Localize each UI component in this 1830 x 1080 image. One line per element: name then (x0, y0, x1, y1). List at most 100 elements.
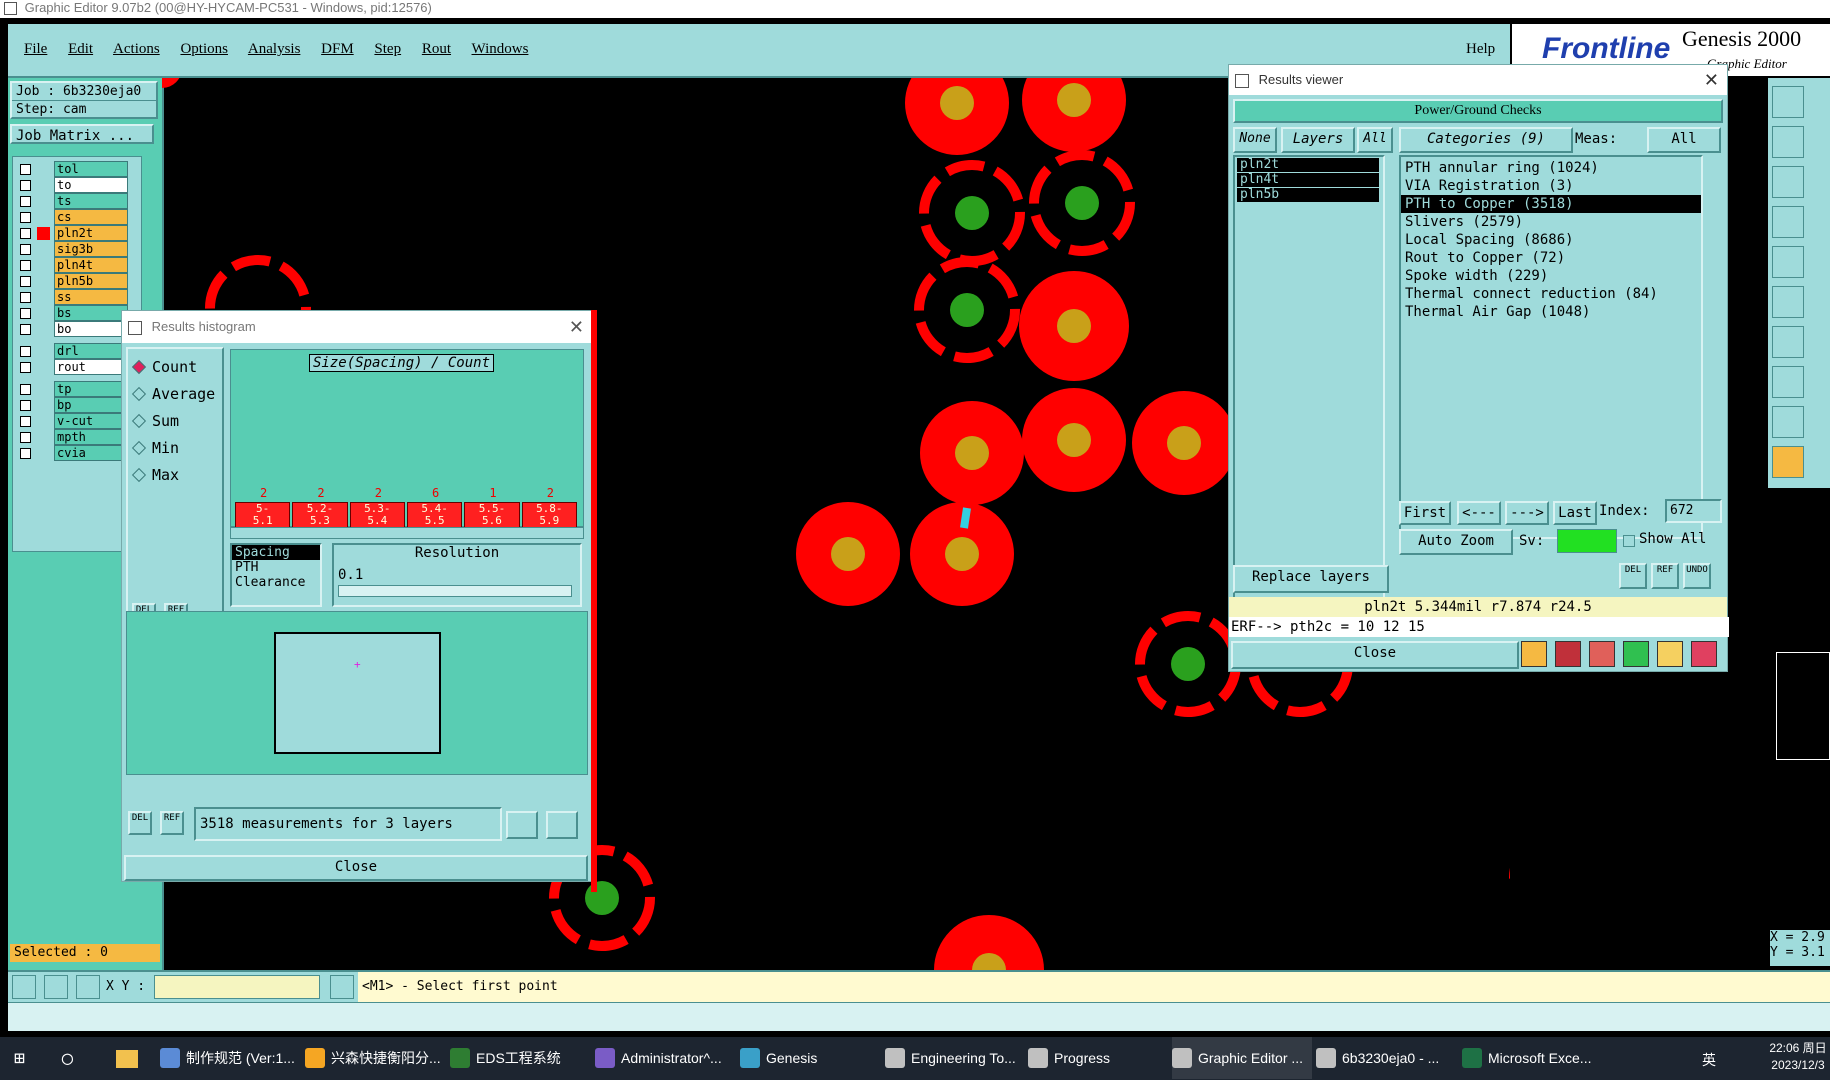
layer-checkbox[interactable] (20, 415, 31, 427)
start-icon[interactable]: ⊞ (14, 1050, 32, 1068)
layer-checkbox[interactable] (20, 211, 31, 223)
layer-name[interactable]: tp (54, 381, 128, 397)
layer-checkbox[interactable] (20, 431, 31, 443)
category-item[interactable]: Thermal Air Gap (1048) (1401, 303, 1701, 321)
close-icon[interactable]: ✕ (569, 311, 584, 343)
layer-checkbox[interactable] (20, 275, 31, 287)
bin-bar[interactable]: 5.3- 5.4 (349, 502, 405, 528)
results-ref-button[interactable]: REF (1651, 563, 1679, 589)
file-explorer-icon[interactable] (116, 1050, 138, 1068)
mode-radio-sum[interactable]: Sum (128, 407, 222, 434)
layer-checkbox[interactable] (20, 323, 31, 335)
layer-checkbox[interactable] (20, 383, 31, 395)
toolbar-fit-icon[interactable] (1772, 166, 1804, 198)
layer-name[interactable]: pln4t (54, 257, 128, 273)
resolution-slider[interactable] (338, 585, 572, 597)
layer-checkbox[interactable] (20, 399, 31, 411)
prev-button[interactable]: <--- (1457, 501, 1501, 525)
layer-name[interactable]: cvia (54, 445, 128, 461)
type-pth[interactable]: PTH (232, 560, 320, 575)
toolbar-tool9-icon[interactable] (1772, 406, 1804, 438)
layer-checkbox[interactable] (20, 361, 31, 373)
histogram-close-button[interactable]: Close (124, 855, 588, 881)
layer-checkbox[interactable] (20, 243, 31, 255)
layer-name[interactable]: drl (54, 343, 128, 359)
toolbar-tool8-icon[interactable] (1772, 366, 1804, 398)
category-item[interactable]: VIA Registration (3) (1401, 177, 1701, 195)
histogram-ref-button-2[interactable]: REF (160, 811, 184, 835)
layer-row-sig3b[interactable]: sig3b (13, 241, 141, 257)
close-icon[interactable]: ✕ (1704, 65, 1719, 95)
taskbar-item[interactable]: Microsoft Exce... (1462, 1037, 1602, 1079)
menu-file[interactable]: File (24, 41, 47, 57)
layer-row-cs[interactable]: cs (13, 209, 141, 225)
layers-toggle-button[interactable]: Layers (1281, 127, 1355, 153)
toolbar-tool7-icon[interactable] (1772, 326, 1804, 358)
layer-checkbox[interactable] (20, 259, 31, 271)
layer-row-to[interactable]: to (13, 177, 141, 193)
result-layer-item[interactable]: pln5b (1237, 188, 1379, 202)
index-input[interactable]: 672 (1665, 499, 1722, 523)
result-layer-item[interactable]: pln4t (1237, 173, 1379, 187)
minimap[interactable] (1776, 652, 1830, 760)
status-tool2-icon[interactable] (44, 975, 68, 999)
show-all-checkbox[interactable] (1623, 535, 1635, 547)
layer-row-pln4t[interactable]: pln4t (13, 257, 141, 273)
mode-radio-max[interactable]: Max (128, 461, 222, 488)
type-clearance[interactable]: Clearance (232, 575, 320, 590)
tray-clock[interactable]: 22:06 周日 2023/12/3 (1768, 1040, 1828, 1074)
layers-all-button[interactable]: All (1357, 127, 1393, 153)
category-item[interactable]: Slivers (2579) (1401, 213, 1701, 231)
taskbar-item[interactable]: Genesis (740, 1037, 880, 1079)
menu-edit[interactable]: Edit (68, 41, 93, 57)
mode-radio-average[interactable]: Average (128, 380, 222, 407)
xy-input[interactable] (154, 975, 320, 999)
layer-name[interactable]: cs (54, 209, 128, 225)
tray-ime[interactable]: 英 (1702, 1050, 1716, 1070)
taskbar-item[interactable]: 兴森快捷衡阳分... (305, 1037, 445, 1079)
layer-name[interactable]: rout (54, 359, 128, 375)
histogram-del-button-2[interactable]: DEL (128, 811, 152, 835)
layer-name[interactable]: ts (54, 193, 128, 209)
tool-b-icon[interactable] (1555, 641, 1581, 667)
menu-step[interactable]: Step (374, 41, 401, 57)
menu-dfm[interactable]: DFM (321, 41, 354, 57)
histogram-chart-icon[interactable] (546, 811, 578, 839)
taskbar-item[interactable]: EDS工程系统 (450, 1037, 590, 1079)
taskbar-item[interactable]: 6b3230eja0 - ... (1316, 1037, 1456, 1079)
tool-c-icon[interactable] (1589, 641, 1615, 667)
taskbar-item[interactable]: Progress (1028, 1037, 1168, 1079)
last-button[interactable]: Last (1553, 501, 1597, 525)
category-item[interactable]: PTH annular ring (1024) (1401, 159, 1701, 177)
layer-name[interactable]: bp (54, 397, 128, 413)
sv-select[interactable] (1557, 529, 1617, 553)
bin-bar[interactable]: 5.4- 5.5 (407, 502, 463, 528)
bin-bar[interactable]: 5- 5.1 (235, 502, 291, 528)
menu-rout[interactable]: Rout (422, 41, 451, 57)
category-item[interactable]: Thermal connect reduction (84) (1401, 285, 1701, 303)
layer-name[interactable]: pln5b (54, 273, 128, 289)
layer-name[interactable]: pln2t (54, 225, 128, 241)
next-button[interactable]: ---> (1505, 501, 1549, 525)
status-alert-icon[interactable] (330, 975, 354, 999)
menu-options[interactable]: Options (180, 41, 228, 57)
menu-help[interactable]: Help (1466, 41, 1495, 58)
taskbar-item[interactable]: 制作规范 (Ver:1... (160, 1037, 300, 1079)
tool-f-icon[interactable] (1691, 641, 1717, 667)
bin-bar[interactable]: 5.2- 5.3 (292, 502, 348, 528)
tool-e-icon[interactable] (1657, 641, 1683, 667)
job-matrix-button[interactable]: Job Matrix ... (10, 124, 154, 144)
toolbar-tool4-icon[interactable] (1772, 206, 1804, 238)
tool-d-icon[interactable] (1623, 641, 1649, 667)
categories-button[interactable]: Categories (9) (1399, 127, 1573, 153)
layer-row-ss[interactable]: ss (13, 289, 141, 305)
category-item[interactable]: Spoke width (229) (1401, 267, 1701, 285)
meas-select[interactable]: All (1647, 127, 1721, 153)
bin-bar[interactable]: 5.8- 5.9 (521, 502, 577, 528)
histogram-scrollbar[interactable] (230, 527, 584, 539)
layer-row-ts[interactable]: ts (13, 193, 141, 209)
result-layer-item[interactable]: pln2t (1237, 158, 1379, 172)
layer-name[interactable]: tol (54, 161, 128, 177)
bin-bar[interactable]: 5.5- 5.6 (464, 502, 520, 528)
layer-name[interactable]: bs (54, 305, 128, 321)
